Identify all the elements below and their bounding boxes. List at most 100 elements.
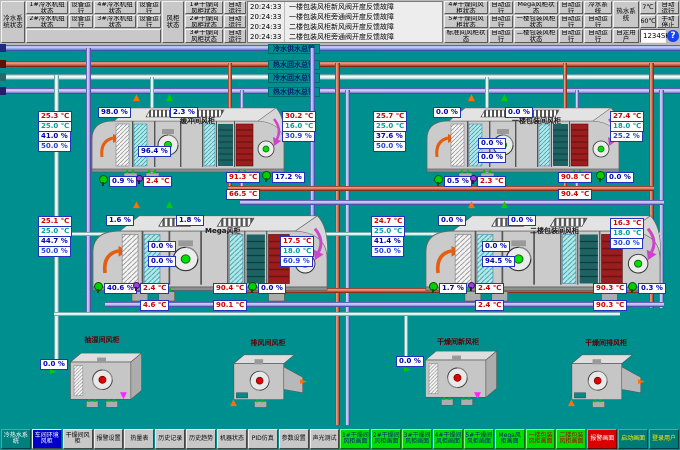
airflow-down-arrow-icon: ▼	[474, 392, 481, 401]
nav-history-trend[interactable]: 历史趋势	[186, 429, 216, 449]
hot-valve-position: 0.3 %	[638, 283, 666, 294]
ahu-pack1-button[interactable]: 一楼包装风柜状态	[514, 15, 558, 28]
humidity-setpoint: 50.0 %	[371, 246, 404, 257]
ahu-dry2-status: 自动运行	[224, 15, 246, 28]
system-status-manual[interactable]: 手动停止	[657, 15, 679, 28]
hot-supply-temp: 90.3 ℃	[593, 283, 627, 294]
alarm-text: 二楼包装风柜旁通阀开度反馈故障	[285, 32, 394, 42]
alarm-row[interactable]: 20:24:33一楼包装风柜新风阀开度反馈故障	[248, 2, 442, 12]
chiller-3-status: 设备运行	[137, 15, 161, 28]
airflow-up-arrow-icon: ▲	[468, 201, 475, 210]
ahu-dry2-button[interactable]: 2#干燥间风柜状态	[185, 15, 223, 28]
damper-position: 0.0 %	[438, 215, 466, 226]
ahu-dry3-button[interactable]: 3#干燥间风柜状态	[185, 29, 223, 43]
chiller-2-status-button[interactable]: 2#冷水机组状态	[26, 15, 68, 28]
hot-system-label: 热水系统	[613, 1, 639, 28]
nav-chilled-hot-water[interactable]: 冷热水系统	[1, 429, 31, 449]
humidity-setpoint: 50.0 %	[38, 141, 71, 152]
chiller-4-status-button[interactable]: 4#冷水机组状态	[94, 1, 136, 14]
help-icon[interactable]: ?	[667, 30, 679, 42]
chiller-4-status: 设备运行	[137, 1, 161, 14]
airflow-up-arrow-icon: ▲	[568, 399, 575, 408]
hot-return-temp: 66.5 ℃	[226, 189, 260, 200]
alarm-time: 20:24:33	[248, 2, 285, 12]
nav-alarm-settings[interactable]: 报警设置	[94, 429, 124, 449]
nav-history-records[interactable]: 历史记录	[155, 429, 185, 449]
nav-alarm-screen[interactable]: 报警画面	[587, 429, 617, 449]
hot-return-temp: 90.4 ℃	[558, 189, 592, 200]
nav-dry-ahu-2-screen[interactable]: 2#干燥间风柜画面	[371, 429, 401, 449]
bypass-damper: 94.5 %	[482, 256, 515, 267]
nav-drying-room-ahu[interactable]: 干燥间风柜	[63, 429, 93, 449]
ahu-dry4-status: 自动运行	[489, 1, 513, 14]
valve-icon	[248, 282, 257, 291]
damper-position: 0.0 %	[508, 215, 536, 226]
ahu-mega-button[interactable]: Mega风柜状态	[514, 1, 558, 14]
pipe-chilled-return-main	[0, 74, 680, 80]
nav-dry-ahu-4-screen[interactable]: 4#干燥间风柜画面	[433, 429, 463, 449]
valve-icon	[262, 171, 271, 180]
nav-heat-meter[interactable]: 热量表	[124, 429, 154, 449]
bypass-damper: 0.0 %	[478, 152, 506, 163]
nav-parameter-settings[interactable]: 参数设置	[279, 429, 309, 449]
ahu-pack2-status: 自动运行	[559, 29, 583, 43]
status-bar: 冷水系统状态 1#冷水机组状态 设备运行 4#冷水机组状态 设备运行 2#冷水机…	[0, 0, 680, 45]
pipe-cap	[0, 60, 6, 68]
nav-login-user[interactable]: 登录用户	[649, 429, 679, 449]
chiller-3-status-button[interactable]: 3#冷水机组状态	[94, 15, 136, 28]
nav-dry-ahu-1-screen[interactable]: 1#干燥间风柜画面	[340, 429, 370, 449]
nav-sound-light-test[interactable]: 声光测试	[310, 429, 340, 449]
pipe-cap	[0, 73, 6, 81]
alarm-row[interactable]: 20:24:33二楼包装风柜旁通阀开度反馈故障	[248, 32, 442, 42]
valve-icon	[99, 175, 108, 184]
damper-position: 0.0 %	[433, 107, 461, 118]
bypass-damper: 0.0 %	[148, 241, 176, 252]
chilled-system-status-2: 自动运行	[584, 29, 612, 43]
hot-valve-position: 17.2 %	[272, 172, 305, 183]
alarm-row[interactable]: 20:24:33二楼包装风柜新风阀开度反馈故障	[248, 22, 442, 32]
sensor-icon	[470, 175, 477, 182]
scada-hvac-screen: 冷水系统状态 1#冷水机组状态 设备运行 4#冷水机组状态 设备运行 2#冷水机…	[0, 0, 680, 450]
ahu-mega-status: 自动运行	[559, 1, 583, 14]
valve-icon	[628, 282, 637, 291]
pipe-chilled-supply-main	[0, 45, 680, 51]
alarm-time: 20:24:33	[248, 22, 285, 32]
airflow-up-arrow-icon: ▲	[133, 94, 140, 103]
small-unit-label: 干燥间排风柜	[556, 338, 656, 348]
nav-workshop-env-ahu[interactable]: 车间环境风柜	[32, 429, 62, 449]
ahu-dry3-status: 自动运行	[224, 29, 246, 43]
system-status-auto[interactable]: 自动运行	[657, 1, 679, 14]
ahu-dry4-button[interactable]: 4#干燥间风柜状态	[444, 1, 488, 14]
alarm-time: 20:24:33	[248, 32, 285, 42]
hot-valve-position: 0.0 %	[606, 172, 634, 183]
ahu-std-button[interactable]: 标准间风柜状态	[444, 29, 488, 43]
nav-start-screen[interactable]: 启动画面	[618, 429, 648, 449]
nav-pack-2f-screen[interactable]: 二楼包装风柜画面	[556, 429, 586, 449]
nav-pid[interactable]: PID仿真	[248, 429, 278, 449]
ahu-pack2-button[interactable]: 二楼包装风柜状态	[514, 29, 558, 43]
nav-mega-ahu-screen[interactable]: Mega风柜画面	[495, 429, 525, 449]
small-unit-label: 抽湿间风柜	[52, 335, 152, 345]
pipe-riser	[335, 63, 340, 425]
humidity-setpoint: 50.0 %	[373, 141, 406, 152]
nav-dry-ahu-3-screen[interactable]: 3#干燥间风柜画面	[402, 429, 432, 449]
valve-icon	[434, 175, 443, 184]
nav-dry-ahu-5-screen[interactable]: 5#干燥间风柜画面	[464, 429, 494, 449]
ahu-dry1-button[interactable]: 1#干燥间风柜状态	[185, 1, 223, 14]
nav-machine-status[interactable]: 机器状态	[217, 429, 247, 449]
nav-pack-1f-screen[interactable]: 一楼包装风柜画面	[526, 429, 556, 449]
pipe-header	[240, 200, 664, 205]
chiller-group-label: 冷水系统状态	[1, 1, 25, 43]
airflow-up-arrow-icon: ▲	[501, 201, 508, 210]
supply-humidity: 25.2 %	[610, 131, 643, 142]
pipe-hot-return-main	[0, 61, 680, 67]
small-ahu-graphic	[60, 346, 152, 410]
airflow-up-arrow-icon: ▲	[230, 399, 237, 408]
user-code-input[interactable]: 1234SK	[640, 29, 666, 43]
hot-supply-temp: 90.4 ℃	[213, 283, 247, 294]
humidity-setpoint: 50.0 %	[38, 246, 71, 257]
ahu-dry5-button[interactable]: 5#干燥间风柜状态	[444, 15, 488, 28]
airflow-up-arrow-icon: ▲	[133, 201, 140, 210]
alarm-row[interactable]: 20:24:33一楼包装风柜旁通阀开度反馈故障	[248, 12, 442, 22]
chiller-1-status-button[interactable]: 1#冷水机组状态	[26, 1, 68, 14]
